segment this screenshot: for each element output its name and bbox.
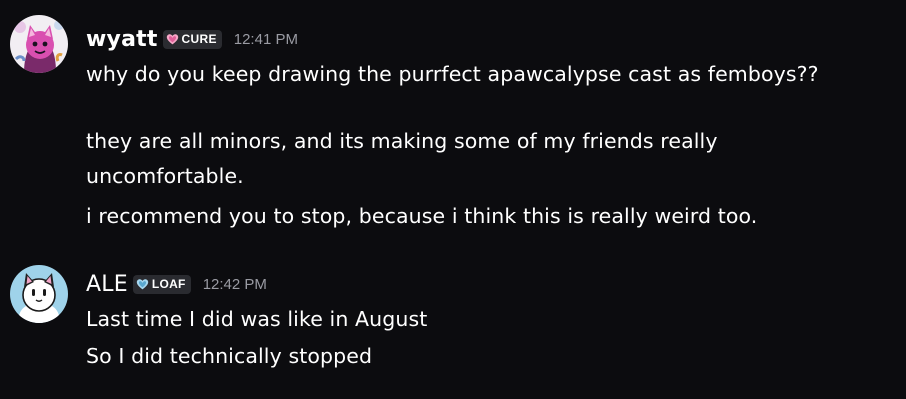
message-text: i recommend you to stop, because i think… <box>86 204 758 228</box>
heart-icon <box>136 278 148 289</box>
username[interactable]: wyatt <box>86 27 158 52</box>
message-text: uncomfortable. <box>86 164 244 188</box>
server-tag[interactable]: CURE <box>162 29 222 49</box>
username[interactable]: ALE <box>86 272 128 297</box>
message-text: why do you keep drawing the purrfect apa… <box>86 62 819 86</box>
server-tag[interactable]: LOAF <box>132 274 191 294</box>
message-text: Last time I did was like in August <box>86 307 428 331</box>
message-text: they are all minors, and its making some… <box>86 129 718 153</box>
message-header: wyatt CURE 12:41 PM <box>86 24 298 54</box>
heart-icon <box>166 33 178 44</box>
chat-log: wyatt CURE 12:41 PM why do you keep draw… <box>0 0 906 399</box>
message-header: ALE LOAF 12:42 PM <box>86 269 267 299</box>
message-text: So I did technically stopped <box>86 344 373 368</box>
wyatt-avatar-image <box>10 15 68 73</box>
timestamp[interactable]: 12:42 PM <box>203 276 267 293</box>
timestamp[interactable]: 12:41 PM <box>234 31 298 48</box>
user-avatar[interactable] <box>10 265 68 323</box>
tag-label: LOAF <box>151 277 186 291</box>
ale-avatar-image <box>10 265 68 323</box>
user-avatar[interactable] <box>10 15 68 73</box>
tag-label: CURE <box>181 32 217 46</box>
